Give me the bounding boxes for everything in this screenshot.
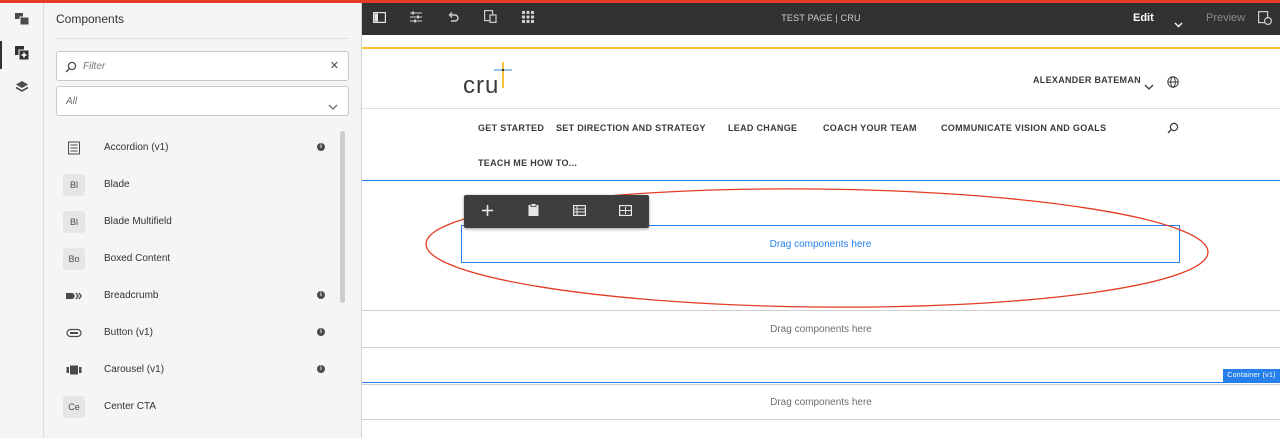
breadcrumb-icon (65, 287, 83, 305)
header-divider (362, 108, 1280, 109)
button-icon (65, 324, 83, 342)
components-panel: Components ✕ All Accordion (v1) i Bl Bla… (44, 3, 362, 438)
list-item[interactable]: Bl Blade (56, 167, 334, 204)
component-group-select[interactable]: All (56, 86, 349, 116)
component-name: Carousel (v1) (104, 364, 165, 375)
component-abbr: Ce (63, 396, 85, 418)
component-name: Breadcrumb (104, 290, 159, 301)
selected-container-border (362, 180, 1280, 181)
globe-icon[interactable] (1167, 75, 1179, 93)
components-icon (15, 45, 30, 65)
component-name: Center CTA (104, 401, 157, 412)
component-name: Blade Multifield (104, 216, 172, 227)
nav-teach-me[interactable]: TEACH ME HOW TO... (478, 158, 577, 168)
list-item[interactable]: Bo Boxed Content (56, 241, 334, 278)
layout-button[interactable] (616, 203, 634, 221)
edit-mode-button[interactable]: Edit (1133, 12, 1154, 24)
rail-components-button[interactable] (0, 37, 44, 73)
component-abbr: Bo (63, 248, 85, 270)
table-icon (572, 203, 586, 221)
panel-divider (56, 38, 349, 39)
chevron-down-icon[interactable] (1174, 15, 1183, 33)
brand-gold-line (362, 47, 1280, 49)
chevron-down-icon (328, 97, 338, 115)
info-icon[interactable]: i (317, 291, 325, 299)
accordion-icon (65, 139, 83, 157)
component-group-value: All (66, 96, 78, 107)
list-item[interactable]: Accordion (v1) i (56, 130, 334, 167)
carousel-icon (65, 361, 83, 379)
component-name: Accordion (v1) (104, 142, 169, 153)
info-icon[interactable]: i (317, 365, 325, 373)
insert-component-button[interactable] (478, 203, 496, 221)
component-name: Button (v1) (104, 327, 153, 338)
nav-coach-your-team[interactable]: COACH YOUR TEAM (823, 123, 917, 133)
component-abbr: Bl (63, 174, 85, 196)
preview-button[interactable]: Preview (1206, 12, 1245, 24)
search-icon (65, 60, 77, 78)
nav-get-started[interactable]: GET STARTED (478, 123, 544, 133)
dropzone-placeholder[interactable]: Drag components here (362, 385, 1280, 419)
page-canvas: cru ALEXANDER BATEMAN GET STARTED SET DI… (362, 35, 1280, 438)
list-item[interactable]: Ce Center CTA (56, 389, 334, 426)
clear-filter-icon[interactable]: ✕ (330, 60, 339, 72)
toggle-side-panel-button[interactable] (0, 3, 44, 39)
nav-lead-change[interactable]: LEAD CHANGE (728, 123, 797, 133)
panel-scrollbar[interactable] (340, 131, 345, 303)
cross-logo-icon (485, 62, 523, 93)
editor-toolbar: TEST PAGE | CRU Edit Preview (362, 3, 1280, 35)
list-item[interactable]: Button (v1) i (56, 315, 334, 352)
container-label-badge[interactable]: Container (v1) (1223, 369, 1280, 382)
list-item[interactable]: Bl Blade Multifield (56, 204, 334, 241)
component-abbr: Bl (63, 211, 85, 233)
side-rail (0, 3, 44, 438)
nav-set-direction[interactable]: SET DIRECTION AND STRATEGY (556, 123, 706, 133)
user-menu[interactable]: ALEXANDER BATEMAN (1033, 75, 1141, 85)
site-logo[interactable]: cru (463, 62, 523, 102)
component-name: Boxed Content (104, 253, 171, 264)
info-icon[interactable]: i (317, 328, 325, 336)
parent-button[interactable] (570, 203, 588, 221)
side-panel-icon (15, 12, 30, 30)
component-name: Blade (104, 179, 130, 190)
list-item[interactable]: Breadcrumb i (56, 278, 334, 315)
chevron-down-icon[interactable] (1144, 77, 1154, 95)
clipboard-icon (528, 203, 539, 221)
rail-layers-button[interactable] (0, 71, 44, 107)
panel-title: Components (56, 12, 125, 26)
filter-input[interactable] (83, 57, 313, 75)
section-divider (362, 419, 1280, 420)
layout-icon (618, 203, 632, 221)
filter-field: ✕ (56, 51, 349, 81)
component-toolbar (464, 195, 649, 228)
search-icon[interactable] (1167, 121, 1179, 139)
layers-icon (15, 80, 29, 99)
paste-button[interactable] (524, 203, 542, 221)
info-icon[interactable]: i (317, 143, 325, 151)
plus-icon (481, 203, 493, 221)
section-divider (362, 347, 1280, 348)
dropzone-placeholder[interactable]: Drag components here (362, 311, 1280, 347)
annotations-icon[interactable] (1258, 11, 1273, 30)
list-item[interactable]: Carousel (v1) i (56, 352, 334, 389)
nav-communicate-vision[interactable]: COMMUNICATE VISION AND GOALS (941, 123, 1106, 133)
container-border (362, 382, 1280, 383)
component-list: Accordion (v1) i Bl Blade Bl Blade Multi… (56, 130, 334, 426)
